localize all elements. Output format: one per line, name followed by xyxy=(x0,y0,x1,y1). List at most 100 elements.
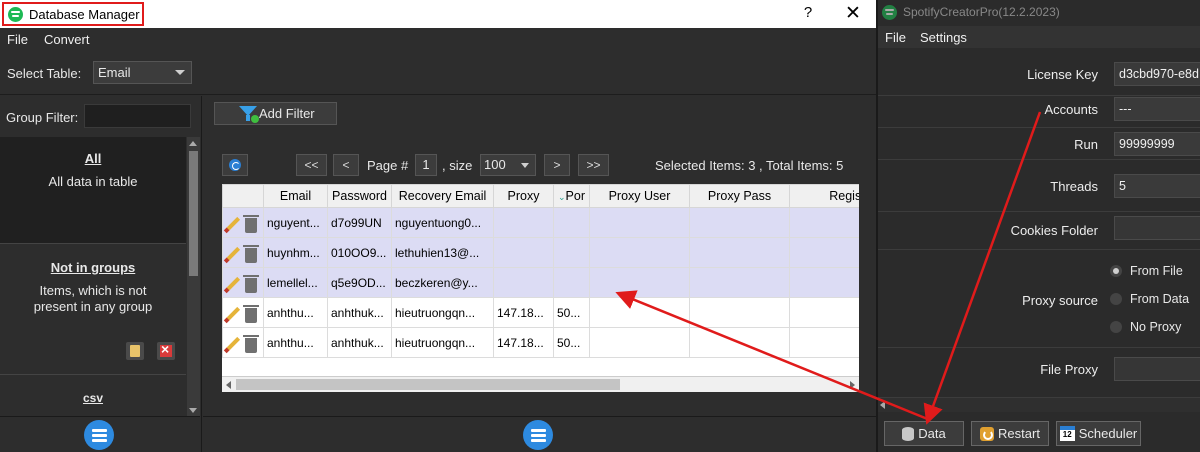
radio-no-proxy[interactable]: No Proxy xyxy=(1110,320,1200,334)
sp-horizontal-scrollbar[interactable] xyxy=(878,398,1200,412)
accounts-field[interactable]: --- xyxy=(1114,97,1200,121)
add-filter-button[interactable]: Add Filter xyxy=(214,102,337,125)
column-header-proxy-user[interactable]: Proxy User xyxy=(589,184,690,208)
scroll-left-icon[interactable] xyxy=(226,381,231,389)
table-cell[interactable]: anhthuk... xyxy=(327,327,392,358)
delete-group-icon[interactable] xyxy=(157,341,175,360)
table-cell[interactable] xyxy=(789,237,859,268)
table-cell[interactable] xyxy=(689,237,790,268)
table-cell[interactable]: huynhm... xyxy=(263,237,328,268)
table-cell[interactable] xyxy=(589,327,690,358)
table-cell[interactable] xyxy=(589,237,690,268)
help-button[interactable]: ? xyxy=(800,4,816,21)
table-cell[interactable]: nguyentuong0... xyxy=(391,207,494,238)
column-header-registered[interactable]: Registere xyxy=(789,184,859,208)
table-cell[interactable]: hieutruongqn... xyxy=(391,327,494,358)
scheduler-button[interactable]: 12 Scheduler xyxy=(1056,421,1141,446)
scroll-thumb[interactable] xyxy=(236,379,620,390)
scroll-down-icon[interactable] xyxy=(189,408,197,413)
file-proxy-field[interactable] xyxy=(1114,357,1200,381)
column-header-actions[interactable] xyxy=(222,184,264,208)
threads-field[interactable]: 5 xyxy=(1114,174,1200,198)
page-size-dropdown[interactable]: 100 xyxy=(480,154,536,176)
trash-icon[interactable] xyxy=(243,215,259,233)
first-page-button[interactable]: << xyxy=(296,154,327,176)
menu-convert[interactable]: Convert xyxy=(44,32,90,47)
edit-pencil-icon[interactable] xyxy=(225,276,241,292)
data-menu-icon[interactable] xyxy=(523,420,553,450)
table-cell[interactable] xyxy=(689,297,790,328)
table-cell[interactable] xyxy=(493,237,554,268)
table-cell[interactable] xyxy=(589,297,690,328)
radio-from-data[interactable]: From Data xyxy=(1110,292,1200,306)
data-grid[interactable]: Email Password Recovery Email Proxy ⌄Por… xyxy=(222,184,859,392)
scroll-left-icon[interactable] xyxy=(880,401,885,409)
last-page-button[interactable]: >> xyxy=(578,154,609,176)
table-row[interactable]: huynhm... 010OO9... lethuhien13@... xyxy=(222,237,859,268)
table-cell[interactable]: 50... xyxy=(553,297,590,328)
table-cell[interactable] xyxy=(689,267,790,298)
menu-settings[interactable]: Settings xyxy=(920,30,967,45)
table-cell[interactable]: anhthuk... xyxy=(327,297,392,328)
menu-file[interactable]: File xyxy=(885,30,906,45)
column-header-port[interactable]: ⌄Por xyxy=(553,184,590,208)
table-cell[interactable] xyxy=(689,327,790,358)
table-cell[interactable]: 010OO9... xyxy=(327,237,392,268)
table-cell[interactable]: beczkeren@y... xyxy=(391,267,494,298)
table-cell[interactable] xyxy=(689,207,790,238)
scroll-right-icon[interactable] xyxy=(850,381,855,389)
trash-icon[interactable] xyxy=(243,335,259,353)
edit-pencil-icon[interactable] xyxy=(225,306,241,322)
table-cell[interactable] xyxy=(553,207,590,238)
edit-pencil-icon[interactable] xyxy=(225,246,241,262)
page-input[interactable]: 1 xyxy=(415,154,437,176)
next-page-button[interactable]: > xyxy=(544,154,570,176)
table-cell[interactable] xyxy=(589,267,690,298)
table-cell[interactable]: nguyent... xyxy=(263,207,328,238)
table-cell[interactable]: 147.18... xyxy=(493,327,554,358)
radio-from-file[interactable]: From File xyxy=(1110,264,1200,278)
table-row[interactable]: anhthu... anhthuk... hieutruongqn... 147.18… xyxy=(222,297,859,328)
group-item-not-in-groups[interactable]: Not in groups Items, which is not presen… xyxy=(0,244,186,375)
table-cell[interactable] xyxy=(789,207,859,238)
clipboard-icon[interactable] xyxy=(126,342,144,360)
prev-page-button[interactable]: < xyxy=(333,154,359,176)
group-menu-icon[interactable] xyxy=(84,420,114,450)
group-item-csv[interactable]: csv xyxy=(0,375,186,417)
license-key-field[interactable]: d3cbd970-e8d xyxy=(1114,62,1200,86)
data-button[interactable]: Data xyxy=(884,421,964,446)
table-row[interactable]: anhthu... anhthuk... hieutruongqn... 147.18… xyxy=(222,327,859,358)
column-header-proxy[interactable]: Proxy xyxy=(493,184,554,208)
restart-button[interactable]: Restart xyxy=(971,421,1049,446)
table-row[interactable]: lemellel... q5e9OD... beczkeren@y... xyxy=(222,267,859,298)
table-cell[interactable]: d7o99UN xyxy=(327,207,392,238)
group-filter-input[interactable] xyxy=(84,104,191,128)
table-cell[interactable] xyxy=(789,267,859,298)
group-item-all[interactable]: All All data in table xyxy=(0,137,186,244)
edit-pencil-icon[interactable] xyxy=(225,216,241,232)
table-cell[interactable]: hieutruongqn... xyxy=(391,297,494,328)
table-cell[interactable] xyxy=(789,327,859,358)
table-row[interactable]: nguyent... d7o99UN nguyentuong0... xyxy=(222,207,859,238)
close-button[interactable]: ✕ xyxy=(843,2,863,25)
groups-scrollbar[interactable] xyxy=(187,137,200,417)
column-header-email[interactable]: Email xyxy=(263,184,328,208)
refresh-icon[interactable] xyxy=(222,154,248,176)
table-cell[interactable] xyxy=(493,207,554,238)
table-cell[interactable]: 50... xyxy=(553,327,590,358)
table-cell[interactable]: anhthu... xyxy=(263,327,328,358)
table-cell[interactable]: lemellel... xyxy=(263,267,328,298)
column-header-password[interactable]: Password xyxy=(327,184,392,208)
run-field[interactable]: 99999999 xyxy=(1114,132,1200,156)
column-header-recovery-email[interactable]: Recovery Email xyxy=(391,184,494,208)
scroll-thumb[interactable] xyxy=(189,151,198,276)
table-cell[interactable] xyxy=(553,237,590,268)
table-cell[interactable] xyxy=(553,267,590,298)
scroll-up-icon[interactable] xyxy=(189,141,197,146)
trash-icon[interactable] xyxy=(243,275,259,293)
table-cell[interactable] xyxy=(589,207,690,238)
column-header-proxy-pass[interactable]: Proxy Pass xyxy=(689,184,790,208)
select-table-dropdown[interactable]: Email xyxy=(93,61,192,84)
table-cell[interactable]: anhthu... xyxy=(263,297,328,328)
table-cell[interactable] xyxy=(789,297,859,328)
